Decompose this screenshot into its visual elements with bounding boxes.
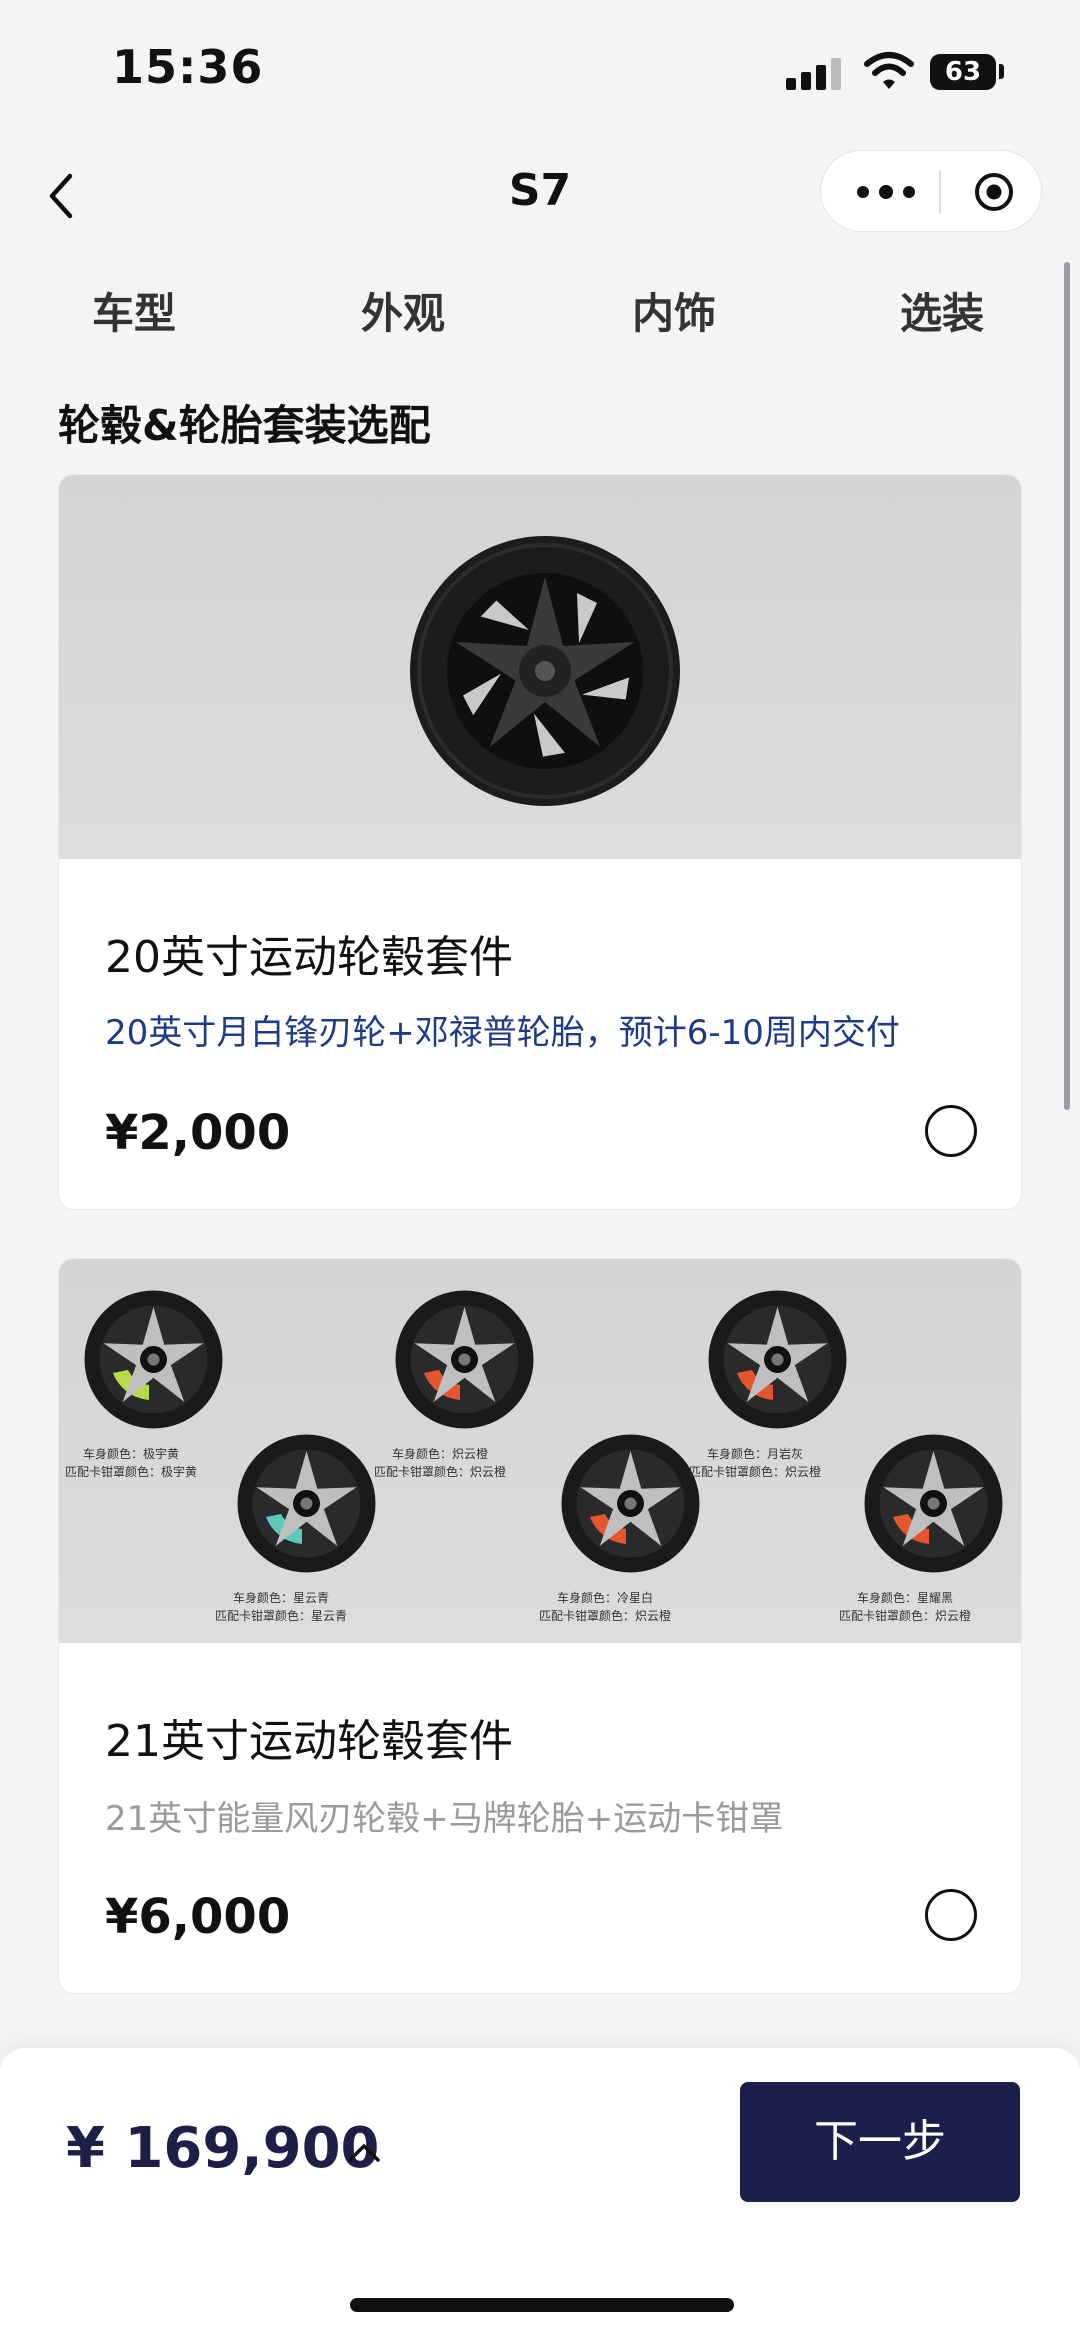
tab-exterior[interactable]: 外观 bbox=[361, 280, 445, 341]
section-title: 轮毂&轮胎套装选配 bbox=[58, 401, 431, 450]
option-description: 21英寸能量风刃轮毂+马牌轮胎+运动卡钳罩 bbox=[105, 1799, 784, 1839]
status-time: 15:36 bbox=[112, 40, 264, 94]
tab-interior[interactable]: 内饰 bbox=[632, 280, 716, 341]
wheel-variant-label: 车身颜色：极宇黄匹配卡钳罩颜色：极宇黄 bbox=[65, 1445, 197, 1481]
option-title: 20英寸运动轮毂套件 bbox=[105, 932, 513, 983]
option-title: 21英寸运动轮毂套件 bbox=[105, 1716, 513, 1767]
option-price: ¥2,000 bbox=[105, 1105, 291, 1161]
total-price: ¥ 169,900 bbox=[66, 2116, 380, 2181]
config-tabs: 车型 外观 内饰 选装 bbox=[0, 270, 1080, 350]
wheel-variant-image bbox=[237, 1434, 376, 1573]
wheel-variant-image bbox=[84, 1290, 223, 1429]
wheel-variant-caliper-color: 匹配卡钳罩颜色：炽云橙 bbox=[374, 1465, 507, 1479]
wheel-variants-image: 车身颜色：极宇黄 匹配卡钳罩颜色：极宇黄 车身颜色：星云青 匹配卡钳罩颜色：星云青 … bbox=[59, 1259, 1021, 1643]
wheel-variant-body-color: 车身颜色：炽云橙 bbox=[392, 1447, 489, 1461]
option-radio[interactable] bbox=[925, 1105, 977, 1157]
close-target-icon[interactable] bbox=[973, 171, 1015, 213]
capsule-divider bbox=[939, 171, 941, 213]
status-bar: 15:36 63 bbox=[0, 0, 1080, 140]
option-price: ¥6,000 bbox=[105, 1889, 291, 1945]
battery-tip bbox=[999, 64, 1004, 79]
bottom-bar: ¥ 169,900 下一步 bbox=[0, 2048, 1080, 2337]
more-icon[interactable] bbox=[857, 179, 927, 205]
wheel-variant-label: 车身颜色：月岩灰匹配卡钳罩颜色：炽云橙 bbox=[689, 1445, 821, 1481]
wheel-variant-label: 车身颜色：炽云橙匹配卡钳罩颜色：炽云橙 bbox=[374, 1445, 506, 1481]
chevron-up-icon[interactable] bbox=[346, 2138, 382, 2164]
wheel-variant-image bbox=[561, 1434, 700, 1573]
wheel-variant-body-color: 车身颜色：极宇黄 bbox=[83, 1447, 180, 1461]
wheel-variant-image bbox=[708, 1290, 847, 1429]
battery-icon: 63 bbox=[930, 54, 996, 90]
wheel-image bbox=[59, 475, 1021, 859]
nav-bar: S7 bbox=[0, 140, 1080, 250]
option-card-21-inch[interactable]: 车身颜色：极宇黄 匹配卡钳罩颜色：极宇黄 车身颜色：星云青 匹配卡钳罩颜色：星云青 … bbox=[58, 1258, 1022, 1994]
wheel-variant-caliper-color: 匹配卡钳罩颜色：炽云橙 bbox=[539, 1609, 672, 1623]
wifi-icon bbox=[864, 52, 914, 89]
wheel-variant-image bbox=[864, 1434, 1003, 1573]
wheel-variant-body-color: 车身颜色：冷星白 bbox=[557, 1591, 654, 1605]
wheel-variant-label: 车身颜色：冷星白匹配卡钳罩颜色：炽云橙 bbox=[539, 1589, 671, 1625]
wheel-variant-label: 车身颜色：星耀黑匹配卡钳罩颜色：炽云橙 bbox=[839, 1589, 971, 1625]
wheel-variant-image bbox=[395, 1290, 533, 1429]
wheel-variant-label: 车身颜色：星云青匹配卡钳罩颜色：星云青 bbox=[215, 1589, 347, 1625]
wheel-variant-caliper-color: 匹配卡钳罩颜色：炽云橙 bbox=[839, 1609, 972, 1623]
tab-options[interactable]: 选装 bbox=[900, 280, 984, 341]
home-indicator bbox=[350, 2298, 734, 2312]
wheel-variant-body-color: 车身颜色：月岩灰 bbox=[707, 1447, 804, 1461]
next-step-button[interactable]: 下一步 bbox=[740, 2082, 1020, 2202]
wheel-variant-caliper-color: 匹配卡钳罩颜色：星云青 bbox=[215, 1609, 348, 1623]
wheel-variant-caliper-color: 匹配卡钳罩颜色：极宇黄 bbox=[65, 1465, 198, 1479]
wheel-20-inch-image bbox=[410, 536, 680, 806]
wheel-variant-body-color: 车身颜色：星耀黑 bbox=[857, 1591, 954, 1605]
cellular-signal-icon bbox=[786, 58, 846, 90]
option-description: 20英寸月白锋刃轮+邓禄普轮胎，预计6-10周内交付 bbox=[105, 1013, 900, 1053]
option-card-20-inch[interactable]: 20英寸运动轮毂套件 20英寸月白锋刃轮+邓禄普轮胎，预计6-10周内交付 ¥2… bbox=[58, 474, 1022, 1210]
option-radio[interactable] bbox=[925, 1889, 977, 1941]
mini-program-capsule bbox=[820, 150, 1042, 232]
wheel-variant-body-color: 车身颜色：星云青 bbox=[233, 1591, 330, 1605]
scrollbar[interactable] bbox=[1064, 262, 1070, 1110]
wheel-variant-caliper-color: 匹配卡钳罩颜色：炽云橙 bbox=[689, 1465, 822, 1479]
tab-model[interactable]: 车型 bbox=[92, 280, 176, 341]
